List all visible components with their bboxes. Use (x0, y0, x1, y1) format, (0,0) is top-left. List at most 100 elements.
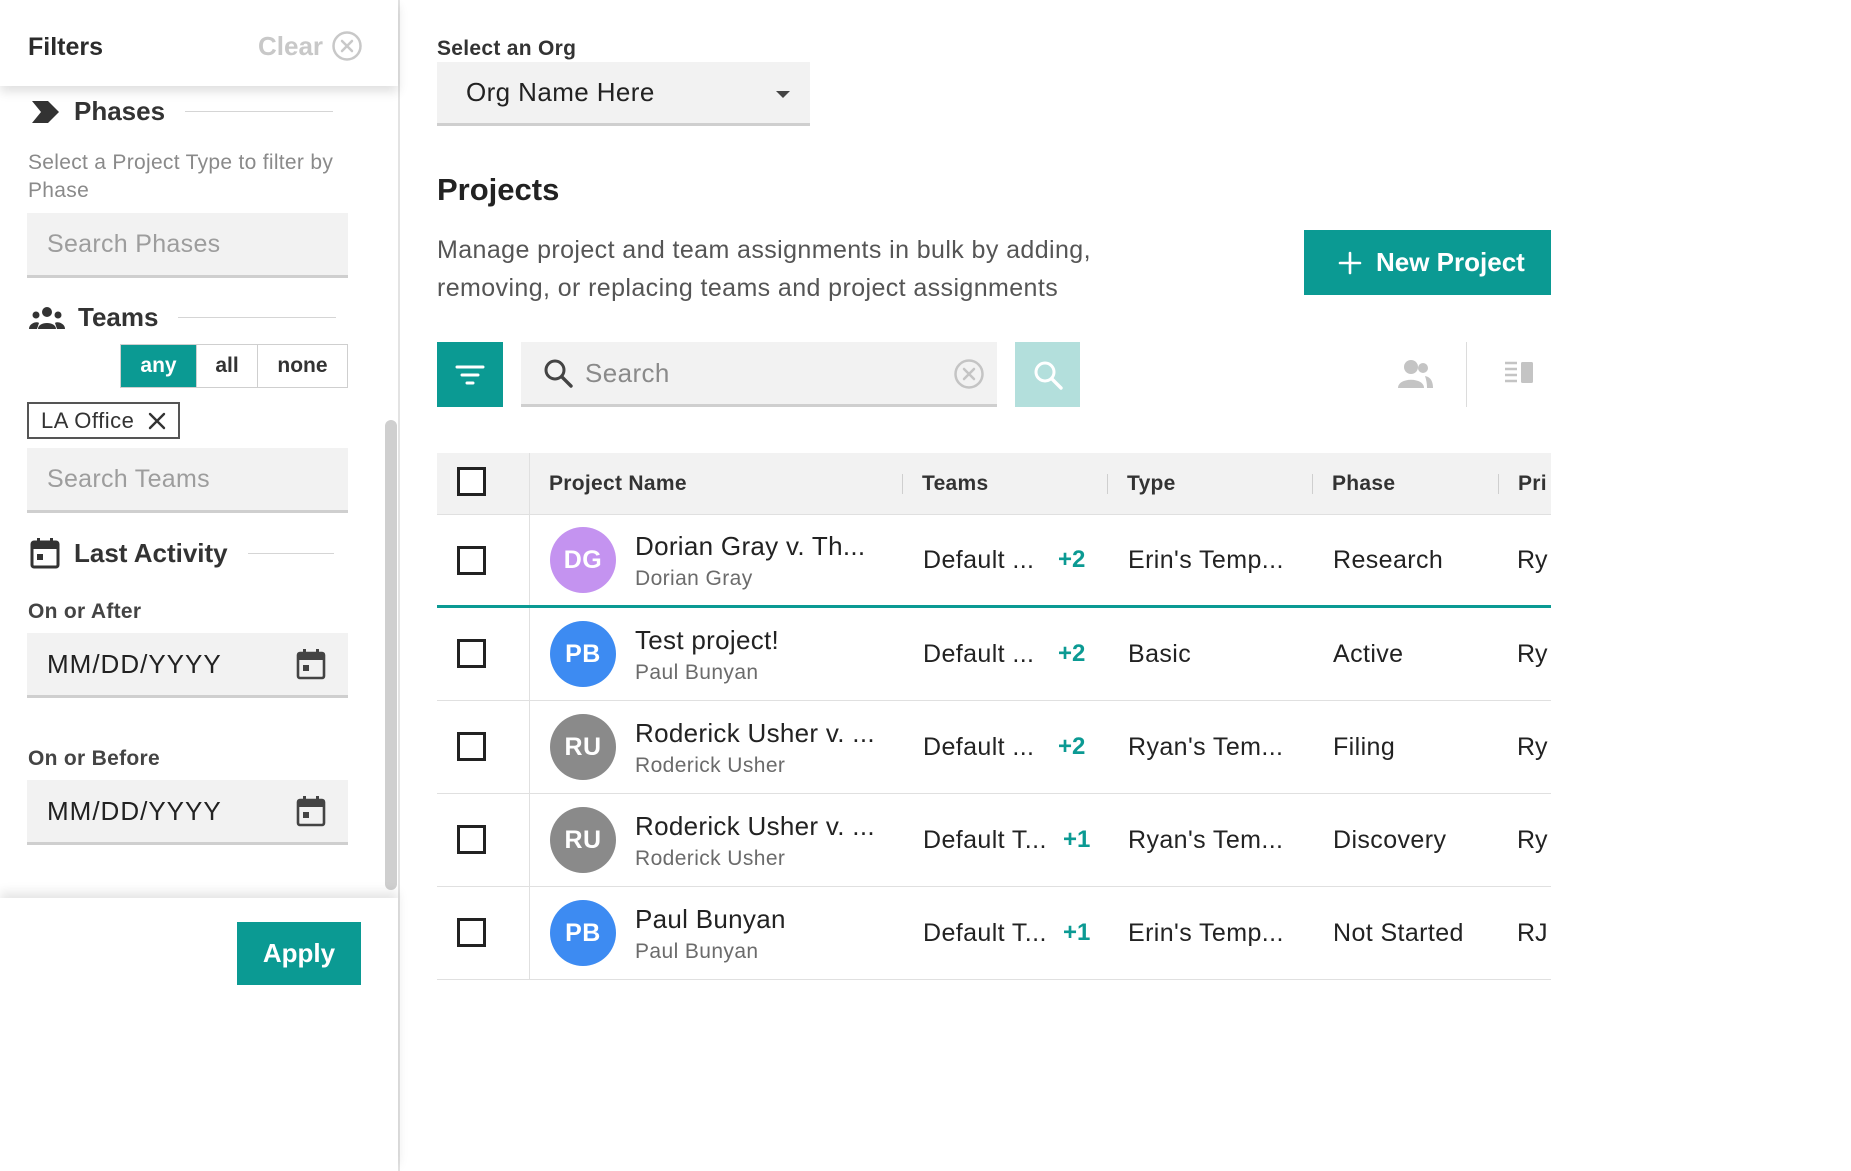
phase-cell: Research (1333, 546, 1444, 574)
column-header-primary[interactable]: Pri (1518, 453, 1551, 515)
column-separator (1107, 474, 1108, 494)
toggle-filters-button[interactable] (437, 342, 503, 407)
filters-sidebar: Filters Clear Phases Select a Project Ty… (0, 0, 400, 1171)
project-name[interactable]: Dorian Gray v. Th... (635, 531, 865, 562)
clear-search-icon[interactable] (953, 358, 985, 390)
date-picker-icon[interactable] (296, 648, 326, 680)
remove-chip-icon[interactable] (148, 412, 166, 430)
last-activity-section-header: Last Activity (28, 536, 334, 570)
project-name[interactable]: Roderick Usher v. ... (635, 811, 875, 842)
phase-cell: Filing (1333, 733, 1396, 761)
filters-body: Phases Select a Project Type to filter b… (0, 86, 398, 898)
checkbox-column-divider (529, 608, 530, 700)
plus-icon (1338, 251, 1362, 274)
on-or-after-date-field[interactable]: MM/DD/YYYY (27, 633, 348, 698)
teams-more-badge[interactable]: +1 (1063, 919, 1090, 947)
match-all-button[interactable]: all (197, 345, 258, 387)
phases-divider (185, 111, 334, 112)
project-name[interactable]: Paul Bunyan (635, 904, 786, 935)
new-project-label: New Project (1376, 247, 1525, 277)
teams-more-badge[interactable]: +1 (1063, 826, 1090, 854)
teams-more-badge[interactable]: +2 (1058, 733, 1085, 761)
search-phases-placeholder: Search Phases (47, 229, 221, 258)
project-owner: Paul Bunyan (635, 661, 759, 684)
phases-hint: Select a Project Type to filter by Phase (28, 151, 334, 202)
search-icon (1034, 361, 1063, 390)
table-row[interactable]: PB Paul Bunyan Paul Bunyan Default T... … (437, 887, 1551, 980)
last-activity-divider (247, 552, 334, 554)
row-checkbox[interactable] (457, 546, 486, 575)
type-cell: Erin's Temp... (1128, 546, 1284, 574)
project-owner: Paul Bunyan (635, 940, 759, 963)
clear-circle-x-icon (332, 31, 362, 61)
people-group-icon (29, 306, 65, 329)
clear-filters-button[interactable]: Clear (258, 30, 363, 62)
column-separator (1498, 474, 1499, 494)
checkbox-column-divider (529, 515, 530, 605)
table-row[interactable]: RU Roderick Usher v. ... Roderick Usher … (437, 701, 1551, 794)
match-any-button[interactable]: any (121, 345, 197, 387)
org-select-dropdown[interactable]: Org Name Here (437, 62, 810, 126)
on-or-before-date-value: MM/DD/YYYY (47, 795, 222, 826)
primary-cell: Ry (1517, 546, 1548, 574)
table-row[interactable]: DG Dorian Gray v. Th... Dorian Gray Defa… (437, 515, 1551, 608)
column-header-type[interactable]: Type (1127, 453, 1176, 515)
column-header-teams[interactable]: Teams (922, 453, 988, 515)
teams-section-header: Teams (28, 302, 337, 333)
type-cell: Ryan's Tem... (1128, 733, 1284, 761)
checkbox-column-divider (529, 794, 530, 886)
filters-title: Filters (28, 33, 104, 61)
teams-more-badge[interactable]: +2 (1058, 546, 1085, 574)
match-none-button[interactable]: none (258, 345, 347, 387)
project-owner: Dorian Gray (635, 567, 753, 590)
column-view-icon[interactable] (1503, 360, 1535, 386)
calendar-icon (30, 538, 60, 569)
column-header-project-name[interactable]: Project Name (549, 453, 687, 515)
toolbar-divider (1466, 342, 1467, 407)
search-submit-button[interactable] (1015, 342, 1080, 407)
row-checkbox[interactable] (457, 732, 486, 761)
table-row[interactable]: RU Roderick Usher v. ... Roderick Usher … (437, 794, 1551, 887)
search-phases-field[interactable]: Search Phases (27, 213, 348, 278)
chevron-tag-icon (32, 100, 59, 123)
avatar: RU (550, 714, 616, 780)
column-header-phase[interactable]: Phase (1332, 453, 1395, 515)
apply-filters-button[interactable]: Apply (237, 922, 361, 985)
search-teams-field[interactable]: Search Teams (27, 448, 348, 513)
project-name[interactable]: Test project! (635, 625, 779, 656)
last-activity-label: Last Activity (74, 537, 228, 568)
new-project-button[interactable]: New Project (1304, 230, 1551, 295)
table-row[interactable]: PB Test project! Paul Bunyan Default ...… (437, 608, 1551, 701)
teams-match-toggle: any all none (120, 344, 348, 388)
project-search-box (521, 342, 997, 407)
primary-cell: RJ (1517, 919, 1548, 947)
on-or-before-date-field[interactable]: MM/DD/YYYY (27, 780, 348, 845)
checkbox-column-divider (529, 453, 530, 514)
project-search-input[interactable] (585, 357, 935, 389)
filters-footer: Apply (0, 898, 398, 1171)
date-picker-icon[interactable] (296, 795, 326, 827)
people-assign-icon[interactable] (1396, 358, 1434, 390)
on-or-after-date-value: MM/DD/YYYY (47, 648, 222, 679)
row-checkbox[interactable] (457, 918, 486, 947)
table-header: Project Name Teams Type Phase Pri (437, 453, 1551, 515)
team-chip-label: LA Office (41, 407, 135, 433)
column-separator (902, 474, 903, 494)
select-all-checkbox[interactable] (457, 467, 486, 496)
teams-more-badge[interactable]: +2 (1058, 640, 1085, 668)
avatar: PB (550, 900, 616, 966)
row-checkbox[interactable] (457, 639, 486, 668)
teams-label: Teams (78, 302, 159, 332)
org-select-value: Org Name Here (466, 77, 655, 107)
primary-cell: Ry (1517, 640, 1548, 668)
teams-cell: Default ... (923, 640, 1035, 668)
type-cell: Erin's Temp... (1128, 919, 1284, 947)
avatar: RU (550, 807, 616, 873)
checkbox-column-divider (529, 701, 530, 793)
sidebar-scrollbar[interactable] (385, 420, 397, 890)
teams-cell: Default ... (923, 546, 1035, 574)
on-or-after-label: On or After (28, 600, 142, 623)
project-name[interactable]: Roderick Usher v. ... (635, 718, 875, 749)
teams-divider (178, 317, 337, 318)
row-checkbox[interactable] (457, 825, 486, 854)
